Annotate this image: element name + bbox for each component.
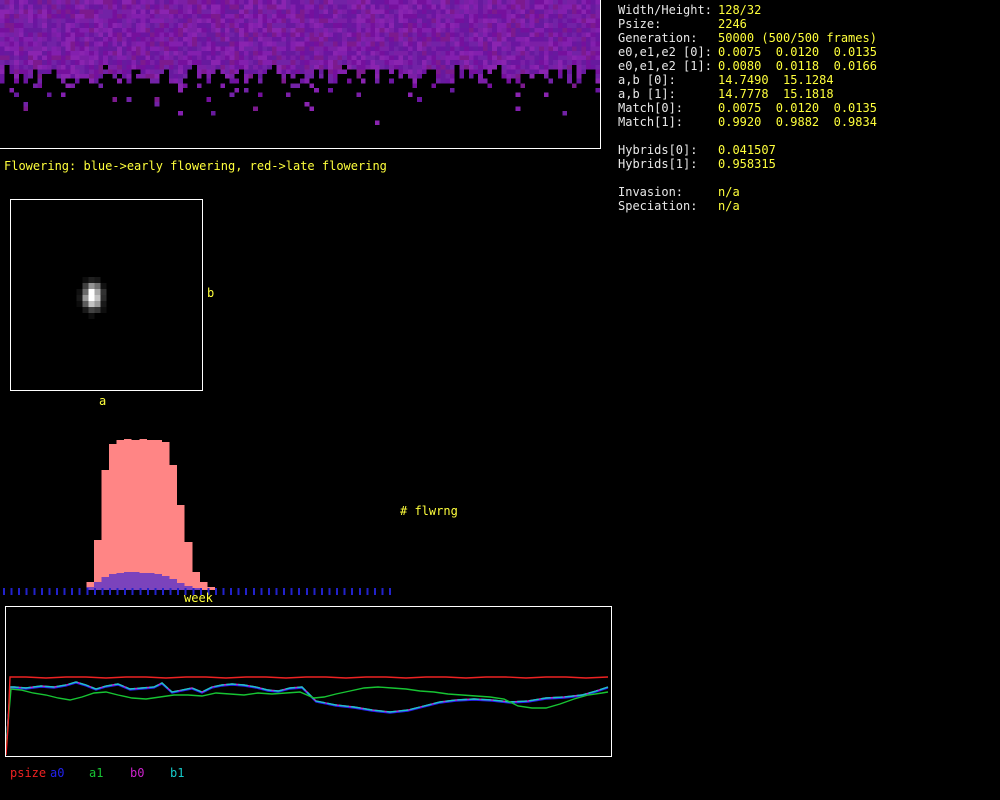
- stats-label: Generation:: [618, 31, 718, 45]
- stats-row: Psize:2246: [618, 17, 998, 31]
- stats-label: Psize:: [618, 17, 718, 31]
- stats-panel: Width/Height:128/32Psize:2246Generation:…: [618, 3, 998, 213]
- stats-value: n/a: [718, 199, 740, 213]
- stats-value: 0.958315: [718, 157, 776, 171]
- stats-value: 14.7490 15.1284: [718, 73, 834, 87]
- stats-value: 50000 (500/500 frames): [718, 31, 877, 45]
- stats-row: Match[1]:0.9920 0.9882 0.9834: [618, 115, 998, 129]
- stats-label: Speciation:: [618, 199, 718, 213]
- stats-row: Generation:50000 (500/500 frames): [618, 31, 998, 45]
- series-b0: [6, 682, 608, 748]
- stats-row: Match[0]:0.0075 0.0120 0.0135: [618, 101, 998, 115]
- legend-item-b0: b0: [130, 766, 144, 780]
- legend-item-a0: a0: [50, 766, 64, 780]
- stats-value: 0.0075 0.0120 0.0135: [718, 101, 877, 115]
- simulation-app-window: Flowering: blue->early flowering, red->l…: [0, 0, 1000, 800]
- stats-label: Match[1]:: [618, 115, 718, 129]
- timeseries-plot: [6, 607, 611, 756]
- stats-label: Match[0]:: [618, 101, 718, 115]
- stats-row: Hybrids[1]:0.958315: [618, 157, 998, 171]
- stats-value: 0.041507: [718, 143, 776, 157]
- stats-value: 2246: [718, 17, 747, 31]
- axis-label-a: a: [99, 394, 106, 408]
- stats-value: 128/32: [718, 3, 761, 17]
- stats-row: a,b [0]:14.7490 15.1284: [618, 73, 998, 87]
- flowering-count-label: # flwrng: [400, 504, 458, 518]
- stats-value: 0.9920 0.9882 0.9834: [718, 115, 877, 129]
- legend-item-psize: psize: [10, 766, 46, 780]
- stats-label: Invasion:: [618, 185, 718, 199]
- ab-density-panel: [10, 199, 203, 391]
- stats-row: e0,e1,e2 [1]:0.0080 0.0118 0.0166: [618, 59, 998, 73]
- population-raster-view: [0, 0, 600, 148]
- stats-label: e0,e1,e2 [1]:: [618, 59, 718, 73]
- timeseries-legend: psize a0 a1 b0 b1: [0, 766, 320, 780]
- stats-label: a,b [1]:: [618, 87, 718, 101]
- stats-row: Width/Height:128/32: [618, 3, 998, 17]
- stats-label: a,b [0]:: [618, 73, 718, 87]
- stats-value: n/a: [718, 185, 740, 199]
- stats-value: 14.7778 15.1818: [718, 87, 834, 101]
- stats-label: Width/Height:: [618, 3, 718, 17]
- stats-label: e0,e1,e2 [0]:: [618, 45, 718, 59]
- stats-row: Hybrids[0]:0.041507: [618, 143, 998, 157]
- world-panel-border: [600, 0, 601, 149]
- legend-item-b1: b1: [170, 766, 184, 780]
- stats-row: Speciation:n/a: [618, 199, 998, 213]
- legend-item-a1: a1: [89, 766, 103, 780]
- stats-label: Hybrids[0]:: [618, 143, 718, 157]
- stats-value: 0.0075 0.0120 0.0135: [718, 45, 877, 59]
- ab-density-blob: [11, 200, 202, 390]
- stats-row: Invasion:n/a: [618, 185, 998, 199]
- stats-label: Hybrids[1]:: [618, 157, 718, 171]
- stats-row: a,b [1]:14.7778 15.1818: [618, 87, 998, 101]
- stats-value: 0.0080 0.0118 0.0166: [718, 59, 877, 73]
- series-a1: [6, 687, 608, 750]
- stats-row: e0,e1,e2 [0]:0.0075 0.0120 0.0135: [618, 45, 998, 59]
- world-panel-border: [0, 148, 601, 149]
- stats-row: [618, 171, 998, 185]
- flowering-legend-caption: Flowering: blue->early flowering, red->l…: [4, 159, 387, 173]
- timeseries-panel: [5, 606, 612, 757]
- week-axis-label: week: [184, 591, 213, 605]
- axis-label-b: b: [207, 286, 214, 300]
- stats-row: [618, 129, 998, 143]
